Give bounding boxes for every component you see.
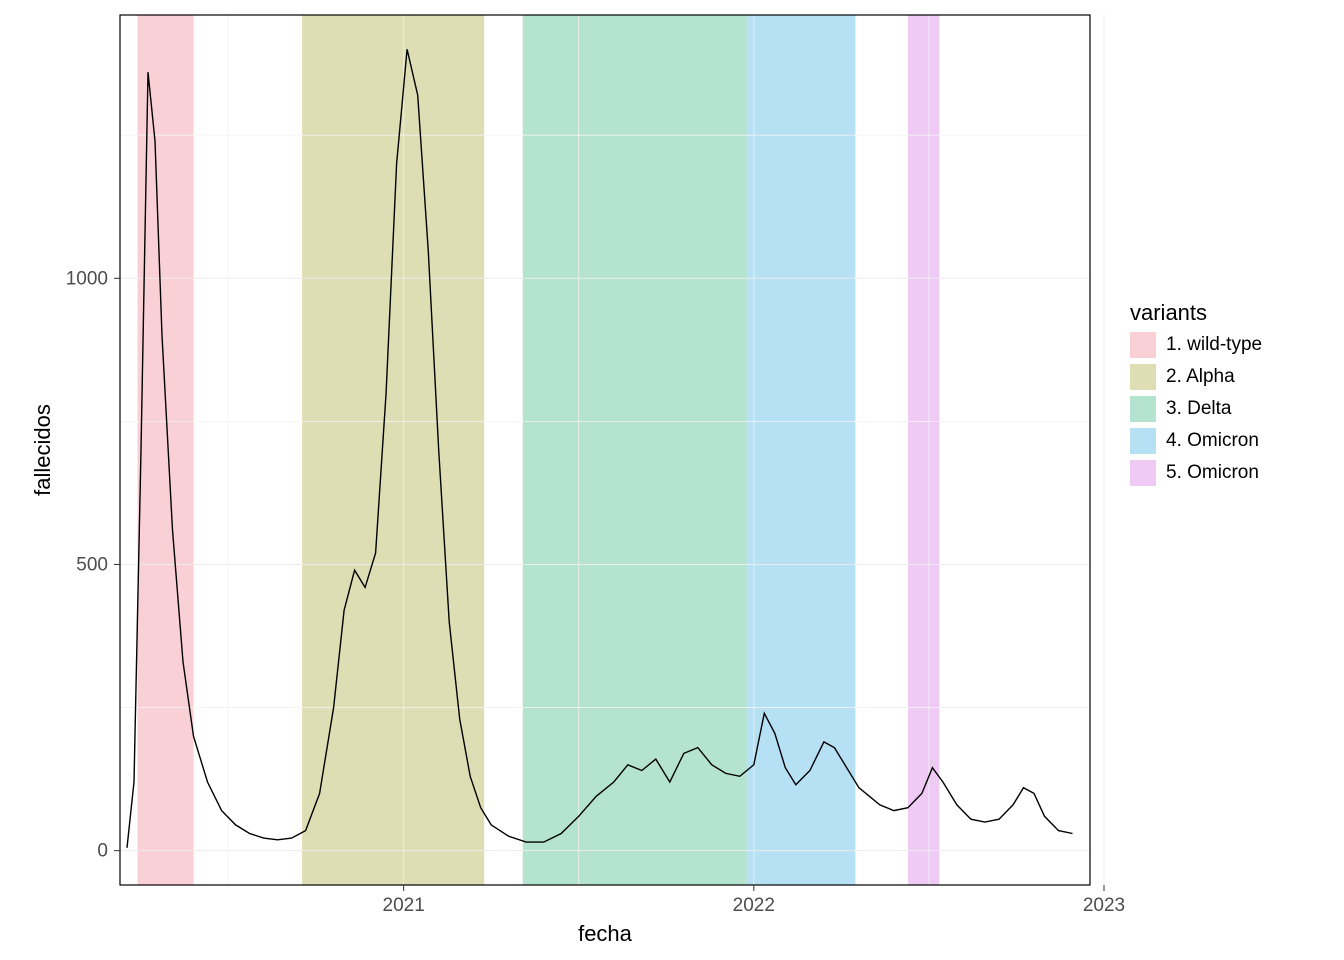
legend-label: 5. Omicron bbox=[1166, 462, 1259, 484]
y-axis-ticks: 0 500 1000 bbox=[66, 268, 120, 861]
variant-band bbox=[302, 15, 484, 885]
legend-item: 2. Alpha bbox=[1130, 364, 1262, 390]
legend-key bbox=[1130, 396, 1156, 422]
x-axis-ticks: 2021 2022 2023 bbox=[383, 885, 1126, 916]
legend-label: 3. Delta bbox=[1166, 398, 1231, 420]
legend-key bbox=[1130, 364, 1156, 390]
x-axis-title: fecha bbox=[578, 921, 633, 946]
legend-item: 4. Omicron bbox=[1130, 428, 1262, 454]
y-tick-label: 500 bbox=[76, 554, 108, 575]
legend: variants 1. wild-type 2. Alpha 3. Delta 4. … bbox=[1130, 300, 1262, 492]
y-tick-label: 0 bbox=[97, 841, 108, 862]
variant-band bbox=[908, 15, 940, 885]
legend-title: variants bbox=[1130, 300, 1262, 326]
legend-label: 1. wild-type bbox=[1166, 334, 1262, 356]
legend-label: 2. Alpha bbox=[1166, 366, 1235, 388]
legend-key bbox=[1130, 332, 1156, 358]
legend-key bbox=[1130, 428, 1156, 454]
variant-band bbox=[523, 15, 747, 885]
y-axis-title: fallecidos bbox=[30, 404, 55, 496]
x-tick-label: 2023 bbox=[1083, 895, 1125, 916]
legend-key bbox=[1130, 460, 1156, 486]
variant-band bbox=[138, 15, 194, 885]
x-tick-label: 2022 bbox=[733, 895, 775, 916]
legend-item: 3. Delta bbox=[1130, 396, 1262, 422]
y-tick-label: 1000 bbox=[66, 268, 108, 289]
legend-item: 5. Omicron bbox=[1130, 460, 1262, 486]
legend-label: 4. Omicron bbox=[1166, 430, 1259, 452]
x-tick-label: 2021 bbox=[383, 895, 425, 916]
legend-item: 1. wild-type bbox=[1130, 332, 1262, 358]
